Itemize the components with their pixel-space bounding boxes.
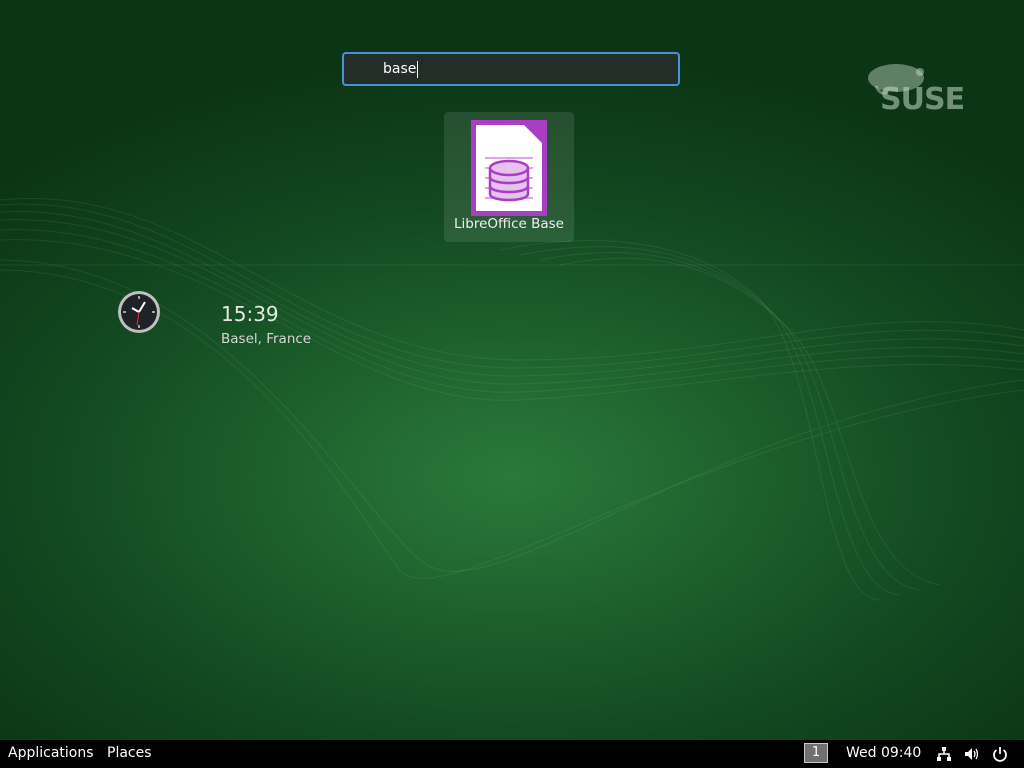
workspace-indicator[interactable]: 1	[804, 743, 828, 763]
clock-time: 15:39	[221, 302, 279, 326]
applications-menu[interactable]: Applications	[8, 745, 94, 761]
taskbar: Applications Places 1 Wed 09:40	[0, 740, 1024, 768]
result-label: LibreOffice Base	[454, 216, 564, 232]
search-result-libreoffice-base[interactable]: LibreOffice Base	[444, 112, 574, 242]
search-input[interactable]: base	[342, 52, 680, 86]
power-icon[interactable]	[992, 746, 1008, 762]
libreoffice-base-icon	[471, 120, 547, 216]
brand-text: SUSE	[880, 82, 965, 117]
clock-icon	[118, 291, 160, 333]
volume-icon[interactable]	[964, 746, 980, 762]
clock-location: Basel, France	[221, 331, 312, 347]
network-icon[interactable]	[936, 746, 952, 762]
search-query: base	[383, 61, 417, 77]
clock-datetime[interactable]: Wed 09:40	[846, 745, 921, 761]
text-caret	[417, 60, 419, 78]
places-menu[interactable]: Places	[107, 745, 152, 761]
